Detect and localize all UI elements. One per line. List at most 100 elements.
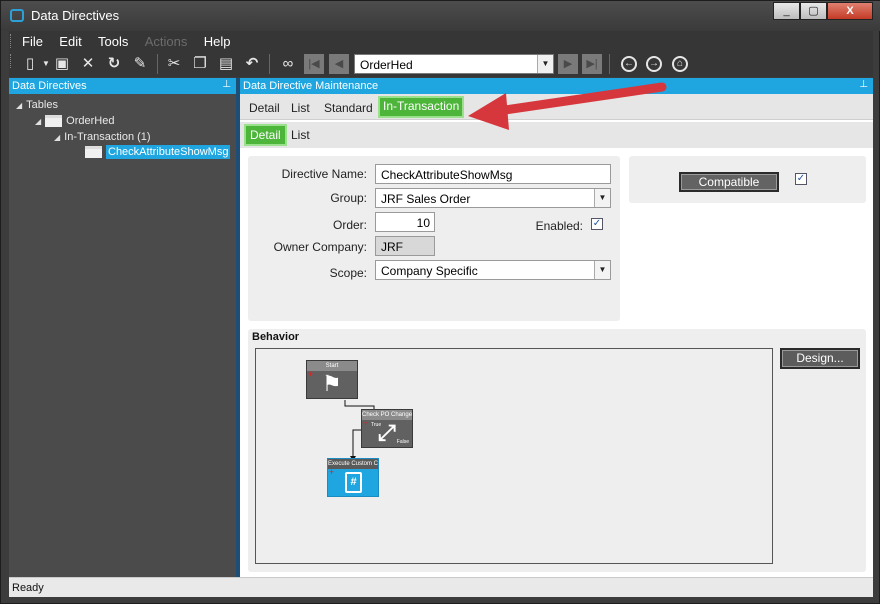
group-label: Group:	[330, 191, 367, 205]
false-label: False	[396, 439, 409, 445]
toolbar: ▯ ▼ ▣ ✕ ↻ ✎ ✂ ❐ ▤ ↶ ∞ |◀ ◀ OrderHed ▼ ▶ …	[9, 51, 873, 77]
right-panel-title: Data Directive Maintenance	[243, 80, 379, 92]
compatible-checkbox[interactable]: ✓	[795, 173, 807, 185]
copy-icon[interactable]: ❐	[191, 55, 209, 73]
menu-tools[interactable]: Tools	[85, 31, 128, 49]
workflow-node-condition[interactable]: Check PO Change + True False ⤢	[361, 409, 413, 448]
compatible-button[interactable]: Compatible	[679, 172, 779, 192]
status-bar: Ready	[9, 577, 873, 597]
delete-icon[interactable]: ✕	[79, 55, 97, 73]
menu-edit[interactable]: Edit	[46, 31, 81, 49]
plus-icon[interactable]: +	[363, 419, 368, 428]
menu-file[interactable]: File	[9, 31, 43, 49]
chevron-down-icon[interactable]: ▼	[594, 261, 610, 279]
left-panel-title: Data Directives	[12, 80, 87, 92]
tree-node-in-transaction[interactable]: ◢ In-Transaction (1)	[54, 131, 151, 143]
group-dropdown[interactable]: JRF Sales Order ▼	[375, 188, 611, 208]
tree-node-tables[interactable]: ◢ Tables	[16, 99, 58, 111]
refresh-icon[interactable]: ↻	[105, 55, 123, 73]
enabled-checkbox[interactable]: ✓	[591, 218, 603, 230]
node-label: Check PO Change	[362, 410, 412, 420]
toolbar-grip	[10, 54, 13, 68]
scope-dropdown[interactable]: Company Specific ▼	[375, 260, 611, 280]
binoculars-icon[interactable]: ∞	[279, 55, 297, 73]
sub-tab-list[interactable]: List	[291, 124, 310, 146]
app-window: Data Directives _ ▢ X File Edit Tools Ac…	[0, 0, 880, 604]
group-value: JRF Sales Order	[381, 192, 471, 206]
sub-tabs: Detail List	[240, 122, 873, 148]
forward-icon[interactable]: →	[646, 56, 662, 72]
order-field[interactable]: 10	[375, 212, 435, 232]
chevron-down-icon[interactable]: ▼	[594, 189, 610, 207]
window-title: Data Directives	[31, 8, 120, 23]
tree-label: Tables	[26, 99, 58, 111]
workflow-node-custom-code[interactable]: Execute Custom Code + #	[327, 458, 379, 497]
directive-name-field[interactable]: CheckAttributeShowMsg	[375, 164, 611, 184]
scope-label: Scope:	[329, 266, 367, 280]
app-icon	[10, 9, 24, 22]
condition-icon: ⤢	[378, 420, 396, 445]
tab-in-transaction[interactable]: In-Transaction	[378, 96, 465, 118]
minimize-button[interactable]: _	[773, 2, 800, 20]
tab-detail[interactable]: Detail	[249, 98, 280, 118]
last-icon[interactable]: ▶|	[582, 54, 602, 74]
status-text: Ready	[12, 582, 44, 594]
tab-standard[interactable]: Standard	[324, 98, 373, 118]
code-file-icon: #	[345, 472, 362, 493]
directive-name-label: Directive Name:	[281, 167, 367, 181]
design-button[interactable]: Design...	[780, 348, 860, 369]
directive-fields-group: Directive Name: CheckAttributeShowMsg Gr…	[248, 156, 620, 321]
workflow-node-start[interactable]: Start + ⚑	[306, 360, 358, 399]
save-icon[interactable]: ▣	[53, 55, 71, 73]
menu-help[interactable]: Help	[191, 31, 231, 49]
next-icon[interactable]: ▶	[558, 54, 578, 74]
expand-icon[interactable]: ◢	[54, 133, 60, 142]
right-panel: Data Directive Maintenance ⊥ Detail List…	[240, 78, 873, 577]
close-button[interactable]: X	[827, 2, 873, 20]
tree-label: CheckAttributeShowMsg	[106, 145, 231, 159]
tab-list[interactable]: List	[291, 98, 310, 118]
window-controls: _ ▢ X	[773, 2, 873, 20]
folder-icon	[45, 115, 63, 128]
pin-icon[interactable]: ⊥	[859, 79, 868, 90]
toolbar-separator	[269, 54, 270, 74]
record-combo[interactable]: OrderHed ▼	[354, 54, 554, 74]
home-icon[interactable]: ⌂	[672, 56, 688, 72]
maximize-button[interactable]: ▢	[800, 2, 827, 20]
compatibility-group: Compatible ✓	[629, 156, 866, 203]
behavior-group: Behavior Start + ⚑ Check PO Change + Tru…	[248, 329, 866, 572]
pin-icon[interactable]: ⊥	[222, 79, 231, 90]
plus-icon[interactable]: +	[329, 468, 334, 477]
tree-node-orderhed[interactable]: ◢ OrderHed	[35, 115, 115, 128]
expand-icon[interactable]: ◢	[16, 101, 22, 110]
left-panel-header: Data Directives ⊥	[9, 78, 236, 94]
first-icon[interactable]: |◀	[304, 54, 324, 74]
record-combo-value: OrderHed	[360, 58, 413, 72]
owner-company-field: JRF	[375, 236, 435, 256]
expand-icon[interactable]: ◢	[35, 117, 41, 126]
chevron-down-icon[interactable]: ▼	[537, 55, 553, 73]
node-label: Start	[307, 361, 357, 371]
scope-value: Company Specific	[381, 264, 478, 278]
tree-node-selected[interactable]: CheckAttributeShowMsg	[85, 145, 231, 159]
back-icon[interactable]: ←	[621, 56, 637, 72]
undo-icon[interactable]: ↶	[243, 55, 261, 73]
enabled-label: Enabled:	[535, 219, 583, 233]
right-panel-header: Data Directive Maintenance ⊥	[240, 78, 873, 94]
toolbar-separator	[609, 54, 610, 74]
order-label: Order:	[332, 218, 367, 232]
prev-icon[interactable]: ◀	[329, 54, 349, 74]
workflow-canvas[interactable]: Start + ⚑ Check PO Change + True False ⤢…	[255, 348, 773, 564]
tree-label: OrderHed	[66, 115, 115, 127]
owner-company-label: Owner Company:	[273, 240, 367, 254]
tree-label: In-Transaction (1)	[64, 131, 151, 143]
paste-icon[interactable]: ▤	[217, 55, 235, 73]
clear-icon[interactable]: ✎	[131, 55, 149, 73]
main-tabs: Detail List Standard In-Transaction	[240, 94, 873, 120]
cut-icon[interactable]: ✂	[165, 55, 183, 73]
menu-bar: File Edit Tools Actions Help	[9, 31, 873, 51]
sub-tab-detail[interactable]: Detail	[244, 124, 287, 146]
plus-icon[interactable]: +	[308, 370, 313, 379]
menu-actions: Actions	[144, 34, 188, 49]
title-bar: Data Directives _ ▢ X	[1, 1, 880, 31]
